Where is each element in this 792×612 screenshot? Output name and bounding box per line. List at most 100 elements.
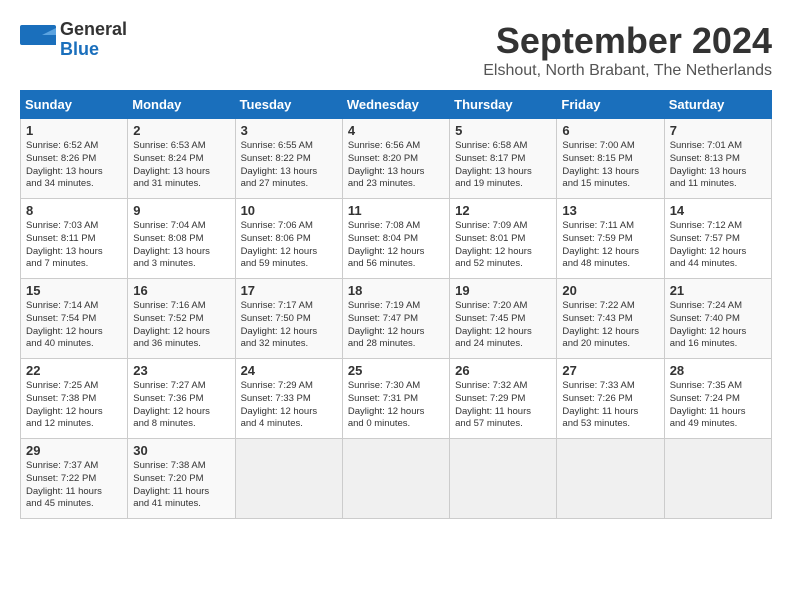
day-number: 20 xyxy=(562,283,658,298)
calendar-cell: 28 Sunrise: 7:35 AMSunset: 7:24 PMDayligh… xyxy=(664,359,771,439)
day-number: 12 xyxy=(455,203,551,218)
calendar-cell: 3Sunrise: 6:55 AMSunset: 8:22 PMDaylight… xyxy=(235,119,342,199)
calendar-header-row: Sunday Monday Tuesday Wednesday Thursday… xyxy=(21,91,772,119)
calendar-cell: 7 Sunrise: 7:01 AMSunset: 8:13 PMDaylight… xyxy=(664,119,771,199)
calendar-cell: 11 Sunrise: 7:08 AMSunset: 8:04 PMDayligh… xyxy=(342,199,449,279)
cell-details: Sunrise: 7:27 AMSunset: 7:36 PMDaylight:… xyxy=(133,380,229,431)
logo-text-blue: Blue xyxy=(60,40,127,60)
cell-details: Sunrise: 7:09 AMSunset: 8:01 PMDaylight:… xyxy=(455,220,551,271)
day-number: 7 xyxy=(670,123,766,138)
calendar-cell: 27Sunrise: 7:33 AMSunset: 7:26 PMDayligh… xyxy=(557,359,664,439)
cell-details: Sunrise: 7:04 AMSunset: 8:08 PMDaylight:… xyxy=(133,220,229,271)
cell-details: Sunrise: 6:58 AMSunset: 8:17 PMDaylight:… xyxy=(455,140,551,191)
calendar-cell xyxy=(557,439,664,519)
day-number: 28 xyxy=(670,363,766,378)
header-monday: Monday xyxy=(128,91,235,119)
day-number: 13 xyxy=(562,203,658,218)
calendar-cell: 12 Sunrise: 7:09 AMSunset: 8:01 PMDayligh… xyxy=(450,199,557,279)
cell-details: Sunrise: 7:08 AMSunset: 8:04 PMDaylight:… xyxy=(348,220,444,271)
day-number: 19 xyxy=(455,283,551,298)
cell-details: Sunrise: 7:16 AMSunset: 7:52 PMDaylight:… xyxy=(133,300,229,351)
calendar-cell xyxy=(342,439,449,519)
cell-details: Sunrise: 7:00 AMSunset: 8:15 PMDaylight:… xyxy=(562,140,658,191)
cell-details: Sunrise: 7:37 AMSunset: 7:22 PMDaylight:… xyxy=(26,460,122,511)
cell-details: Sunrise: 7:24 AMSunset: 7:40 PMDaylight:… xyxy=(670,300,766,351)
calendar-cell: 2 Sunrise: 6:53 AMSunset: 8:24 PMDaylight… xyxy=(128,119,235,199)
calendar-cell: 20 Sunrise: 7:22 AMSunset: 7:43 PMDayligh… xyxy=(557,279,664,359)
calendar-cell: 15 Sunrise: 7:14 AMSunset: 7:54 PMDayligh… xyxy=(21,279,128,359)
logo: General Blue xyxy=(20,20,127,60)
cell-details: Sunrise: 7:01 AMSunset: 8:13 PMDaylight:… xyxy=(670,140,766,191)
cell-details: Sunrise: 7:19 AMSunset: 7:47 PMDaylight:… xyxy=(348,300,444,351)
day-number: 16 xyxy=(133,283,229,298)
calendar-cell: 19Sunrise: 7:20 AMSunset: 7:45 PMDayligh… xyxy=(450,279,557,359)
cell-details: Sunrise: 7:11 AMSunset: 7:59 PMDaylight:… xyxy=(562,220,658,271)
calendar-cell: 22 Sunrise: 7:25 AMSunset: 7:38 PMDayligh… xyxy=(21,359,128,439)
cell-details: Sunrise: 6:55 AMSunset: 8:22 PMDaylight:… xyxy=(241,140,337,191)
cell-details: Sunrise: 7:32 AMSunset: 7:29 PMDaylight:… xyxy=(455,380,551,431)
calendar-cell: 21Sunrise: 7:24 AMSunset: 7:40 PMDayligh… xyxy=(664,279,771,359)
calendar-cell: 30 Sunrise: 7:38 AMSunset: 7:20 PMDayligh… xyxy=(128,439,235,519)
page-header: General Blue September 2024 Elshout, Nor… xyxy=(20,20,772,80)
day-number: 4 xyxy=(348,123,444,138)
day-number: 17 xyxy=(241,283,337,298)
calendar-week-5: 29 Sunrise: 7:37 AMSunset: 7:22 PMDayligh… xyxy=(21,439,772,519)
calendar-cell: 1 Sunrise: 6:52 AMSunset: 8:26 PMDaylight… xyxy=(21,119,128,199)
calendar-cell xyxy=(664,439,771,519)
calendar-cell: 23 Sunrise: 7:27 AMSunset: 7:36 PMDayligh… xyxy=(128,359,235,439)
header-tuesday: Tuesday xyxy=(235,91,342,119)
calendar-cell xyxy=(235,439,342,519)
day-number: 8 xyxy=(26,203,122,218)
header-sunday: Sunday xyxy=(21,91,128,119)
day-number: 5 xyxy=(455,123,551,138)
day-number: 26 xyxy=(455,363,551,378)
calendar-week-2: 8 Sunrise: 7:03 AMSunset: 8:11 PMDaylight… xyxy=(21,199,772,279)
cell-details: Sunrise: 7:14 AMSunset: 7:54 PMDaylight:… xyxy=(26,300,122,351)
calendar-cell: 29 Sunrise: 7:37 AMSunset: 7:22 PMDayligh… xyxy=(21,439,128,519)
cell-details: Sunrise: 6:53 AMSunset: 8:24 PMDaylight:… xyxy=(133,140,229,191)
cell-details: Sunrise: 7:29 AMSunset: 7:33 PMDaylight:… xyxy=(241,380,337,431)
day-number: 23 xyxy=(133,363,229,378)
calendar-week-3: 15 Sunrise: 7:14 AMSunset: 7:54 PMDayligh… xyxy=(21,279,772,359)
title-area: September 2024 Elshout, North Brabant, T… xyxy=(483,20,772,80)
calendar-cell xyxy=(450,439,557,519)
calendar-cell: 25Sunrise: 7:30 AMSunset: 7:31 PMDayligh… xyxy=(342,359,449,439)
header-wednesday: Wednesday xyxy=(342,91,449,119)
cell-details: Sunrise: 7:22 AMSunset: 7:43 PMDaylight:… xyxy=(562,300,658,351)
day-number: 14 xyxy=(670,203,766,218)
calendar-cell: 18 Sunrise: 7:19 AMSunset: 7:47 PMDayligh… xyxy=(342,279,449,359)
day-number: 11 xyxy=(348,203,444,218)
cell-details: Sunrise: 7:03 AMSunset: 8:11 PMDaylight:… xyxy=(26,220,122,271)
calendar-cell: 10Sunrise: 7:06 AMSunset: 8:06 PMDayligh… xyxy=(235,199,342,279)
header-friday: Friday xyxy=(557,91,664,119)
cell-details: Sunrise: 7:25 AMSunset: 7:38 PMDaylight:… xyxy=(26,380,122,431)
calendar-cell: 9 Sunrise: 7:04 AMSunset: 8:08 PMDaylight… xyxy=(128,199,235,279)
day-number: 10 xyxy=(241,203,337,218)
cell-details: Sunrise: 7:17 AMSunset: 7:50 PMDaylight:… xyxy=(241,300,337,351)
calendar-cell: 16 Sunrise: 7:16 AMSunset: 7:52 PMDayligh… xyxy=(128,279,235,359)
day-number: 22 xyxy=(26,363,122,378)
day-number: 1 xyxy=(26,123,122,138)
cell-details: Sunrise: 7:38 AMSunset: 7:20 PMDaylight:… xyxy=(133,460,229,511)
day-number: 29 xyxy=(26,443,122,458)
day-number: 9 xyxy=(133,203,229,218)
logo-icon xyxy=(20,25,56,55)
day-number: 18 xyxy=(348,283,444,298)
location-title: Elshout, North Brabant, The Netherlands xyxy=(483,62,772,80)
header-thursday: Thursday xyxy=(450,91,557,119)
cell-details: Sunrise: 6:56 AMSunset: 8:20 PMDaylight:… xyxy=(348,140,444,191)
day-number: 2 xyxy=(133,123,229,138)
day-number: 24 xyxy=(241,363,337,378)
cell-details: Sunrise: 7:30 AMSunset: 7:31 PMDaylight:… xyxy=(348,380,444,431)
calendar-cell: 8 Sunrise: 7:03 AMSunset: 8:11 PMDaylight… xyxy=(21,199,128,279)
cell-details: Sunrise: 6:52 AMSunset: 8:26 PMDaylight:… xyxy=(26,140,122,191)
calendar-cell: 14Sunrise: 7:12 AMSunset: 7:57 PMDayligh… xyxy=(664,199,771,279)
day-number: 15 xyxy=(26,283,122,298)
day-number: 30 xyxy=(133,443,229,458)
calendar-cell: 26 Sunrise: 7:32 AMSunset: 7:29 PMDayligh… xyxy=(450,359,557,439)
day-number: 27 xyxy=(562,363,658,378)
cell-details: Sunrise: 7:35 AMSunset: 7:24 PMDaylight:… xyxy=(670,380,766,431)
calendar-cell: 6Sunrise: 7:00 AMSunset: 8:15 PMDaylight… xyxy=(557,119,664,199)
header-saturday: Saturday xyxy=(664,91,771,119)
calendar-cell: 17 Sunrise: 7:17 AMSunset: 7:50 PMDayligh… xyxy=(235,279,342,359)
